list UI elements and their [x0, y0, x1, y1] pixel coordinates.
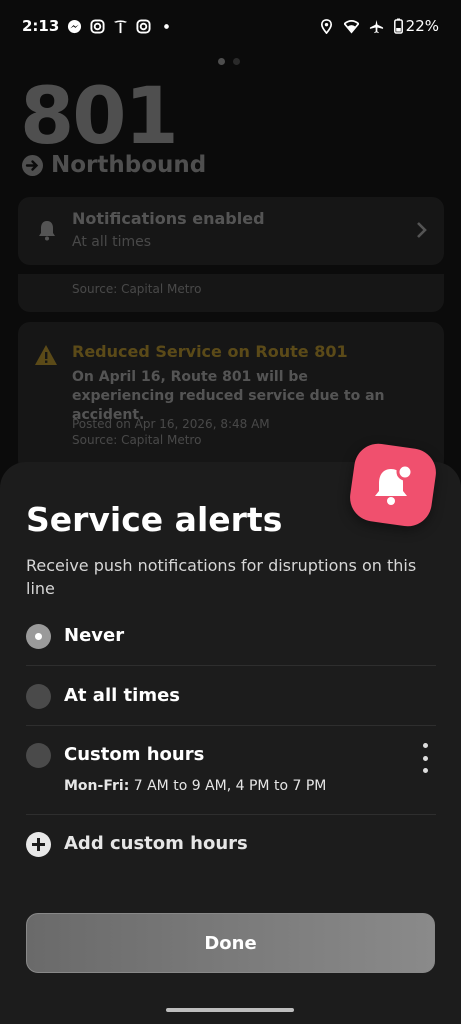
- home-indicator[interactable]: [166, 1008, 294, 1012]
- option-at-all-times[interactable]: At all times: [26, 684, 436, 714]
- notifications-title: Notifications enabled: [72, 209, 265, 228]
- tesla-icon: [114, 19, 128, 33]
- plus-circle-icon: [26, 832, 51, 857]
- location-icon: [320, 18, 332, 34]
- option-never[interactable]: Never: [26, 624, 436, 654]
- warning-icon: [35, 345, 57, 365]
- previous-alert-card: Source: Capital Metro: [18, 274, 444, 312]
- messenger-icon: [68, 19, 82, 33]
- arrow-right-circle-icon: [22, 154, 43, 176]
- direction-text: Northbound: [51, 152, 207, 178]
- option-custom-hours-label: Custom hours: [64, 744, 205, 765]
- done-button[interactable]: Done: [26, 913, 435, 973]
- instagram-icon: [90, 18, 105, 34]
- alert-source: Source: Capital Metro: [72, 433, 202, 447]
- add-custom-hours-label: Add custom hours: [64, 833, 248, 854]
- notifications-subtitle: At all times: [72, 234, 152, 250]
- dot-icon: [164, 23, 170, 29]
- page-indicator: [218, 58, 240, 65]
- bell-alert-icon: [375, 463, 414, 505]
- previous-alert-source: Source: Capital Metro: [72, 282, 202, 296]
- sheet-title: Service alerts: [26, 500, 283, 539]
- radio-never[interactable]: [26, 624, 51, 649]
- instagram-icon: [136, 18, 151, 34]
- notifications-card[interactable]: Notifications enabled At all times: [18, 197, 444, 265]
- option-at-all-times-label: At all times: [64, 685, 181, 706]
- service-alerts-sheet: Service alerts Receive push notification…: [0, 462, 461, 1024]
- option-never-label: Never: [64, 625, 125, 646]
- status-time: 2:13: [22, 17, 60, 35]
- radio-custom-hours[interactable]: [26, 743, 51, 768]
- status-bar: 2:13 22%: [0, 0, 461, 52]
- background-screen: 801 Northbound Notifications enabled At …: [0, 52, 461, 472]
- radio-at-all-times[interactable]: [26, 684, 51, 709]
- custom-hours-schedule: Mon-Fri: 7 AM to 9 AM, 4 PM to 7 PM: [64, 778, 326, 794]
- divider: [26, 665, 436, 666]
- alert-title: Reduced Service on Route 801: [72, 342, 348, 361]
- more-options-icon[interactable]: [420, 743, 430, 773]
- notification-bell-badge: [346, 440, 440, 530]
- add-custom-hours-button[interactable]: Add custom hours: [26, 832, 436, 862]
- alert-posted: Posted on Apr 16, 2026, 8:48 AM: [72, 417, 270, 431]
- wifi-icon: [343, 19, 359, 33]
- battery-percent: 22%: [405, 17, 439, 35]
- custom-hours-times: 7 AM to 9 AM, 4 PM to 7 PM: [129, 778, 327, 794]
- custom-hours-days: Mon-Fri:: [64, 778, 130, 794]
- route-number: 801: [20, 72, 179, 162]
- divider: [26, 814, 436, 815]
- option-custom-hours[interactable]: Custom hours Mon-Fri: 7 AM to 9 AM, 4 PM…: [26, 743, 436, 803]
- bell-icon: [39, 221, 55, 241]
- divider: [26, 725, 436, 726]
- alert-meta: Posted on Apr 16, 2026, 8:48 AM Source: …: [72, 416, 270, 448]
- direction-label: Northbound: [22, 152, 206, 178]
- battery-icon: [393, 18, 403, 34]
- airplane-icon: [369, 19, 383, 33]
- sheet-description: Receive push notifications for disruptio…: [26, 556, 417, 598]
- chevron-right-icon: [417, 222, 427, 238]
